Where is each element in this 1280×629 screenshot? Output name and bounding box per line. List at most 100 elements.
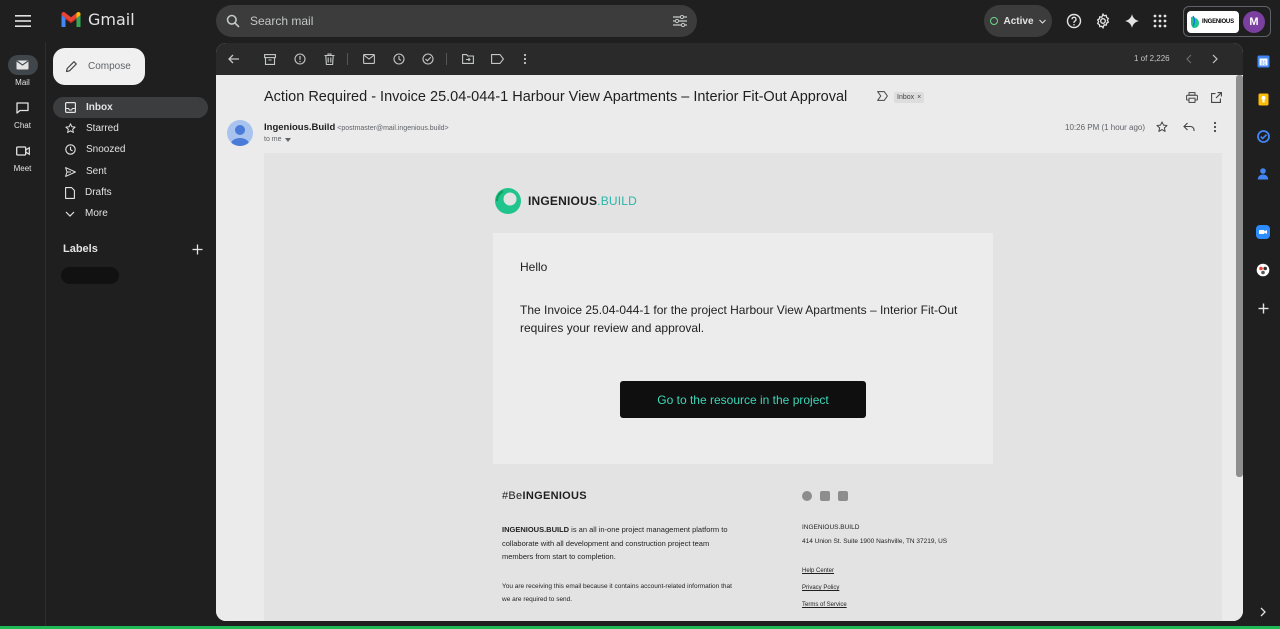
email-brand-logo: INGENIOUS.BUILD xyxy=(494,187,637,215)
account-avatar[interactable]: M xyxy=(1243,10,1265,33)
label-tag-icon[interactable] xyxy=(489,51,505,67)
youtube-icon[interactable] xyxy=(838,491,848,501)
badge-text: Inbox xyxy=(897,94,915,101)
instagram-icon[interactable] xyxy=(820,491,830,501)
brand-mark-icon xyxy=(1191,15,1199,28)
add-to-tasks-icon[interactable] xyxy=(420,51,436,67)
open-in-new-window-icon[interactable] xyxy=(1209,90,1223,104)
remove-label-close-icon[interactable]: × xyxy=(917,94,921,101)
linkedin-icon[interactable] xyxy=(802,491,812,501)
main-menu-icon[interactable] xyxy=(10,8,36,34)
search-options-icon[interactable] xyxy=(673,15,687,27)
move-to-folder-icon[interactable] xyxy=(460,51,476,67)
labels-title: Labels xyxy=(63,243,98,255)
label-item-placeholder[interactable] xyxy=(61,267,119,284)
gemini-sparkle-icon[interactable] xyxy=(1122,11,1142,31)
message-scrollbar[interactable] xyxy=(1236,75,1243,477)
rail-item-meet[interactable]: Meet xyxy=(0,141,45,173)
social-links xyxy=(802,491,848,501)
sidebar-item-drafts[interactable]: Drafts xyxy=(53,182,208,203)
sidebar-item-snoozed[interactable]: Snoozed xyxy=(53,139,208,160)
status-label: Active xyxy=(1003,15,1034,27)
recipient-details-toggle[interactable]: to me xyxy=(264,136,291,143)
more-vertical-icon[interactable] xyxy=(517,51,533,67)
labels-header: Labels xyxy=(63,243,203,255)
svg-text:31: 31 xyxy=(1260,60,1266,66)
trash-icon[interactable] xyxy=(321,51,337,67)
footer-tagline: #BeINGENIOUS xyxy=(502,490,587,502)
calendar-icon[interactable]: 31 xyxy=(1253,51,1273,71)
print-icon[interactable] xyxy=(1185,90,1199,104)
terms-of-service-link[interactable]: Terms of Service xyxy=(802,602,847,608)
gmail-logo[interactable]: Gmail xyxy=(60,10,135,29)
sidebar-item-starred[interactable]: Starred xyxy=(53,118,208,139)
email-body: INGENIOUS.BUILD Hello The Invoice 25.04-… xyxy=(264,153,1222,621)
chevron-down-icon xyxy=(1038,19,1046,24)
sidebar-item-sent[interactable]: Sent xyxy=(53,161,208,182)
pagination-count: 1 of 2,226 xyxy=(1134,54,1170,63)
message-timestamp: 10:26 PM (1 hour ago) xyxy=(1065,123,1146,132)
help-icon[interactable] xyxy=(1064,11,1084,31)
report-spam-icon[interactable] xyxy=(292,51,308,67)
importance-marker-icon[interactable] xyxy=(877,91,888,101)
caret-down-icon xyxy=(284,137,291,142)
sidebar-item-more[interactable]: More xyxy=(53,203,208,224)
inbox-icon xyxy=(65,102,76,113)
star-icon xyxy=(65,123,76,133)
rail-item-chat[interactable]: Chat xyxy=(0,98,45,130)
account-switcher[interactable]: INGENIOUS M xyxy=(1183,6,1271,37)
clock-icon xyxy=(65,144,76,155)
message-content: Action Required - Invoice 25.04-044-1 Ha… xyxy=(216,75,1243,621)
email-greeting: Hello xyxy=(520,260,548,274)
rail-item-mail[interactable]: Mail xyxy=(0,55,45,87)
message-more-vertical-icon[interactable] xyxy=(1208,120,1222,134)
search-input[interactable]: Search mail xyxy=(250,14,673,28)
sender-name[interactable]: Ingenious.Build xyxy=(264,122,335,133)
archive-icon[interactable] xyxy=(262,51,278,67)
privacy-policy-link[interactable]: Privacy Policy xyxy=(802,585,839,591)
email-brand-wordmark: INGENIOUS.BUILD xyxy=(528,194,637,208)
contacts-icon[interactable] xyxy=(1253,163,1273,183)
about-brand: INGENIOUS.BUILD xyxy=(502,525,570,534)
older-chevron-right-icon[interactable] xyxy=(1207,51,1223,67)
footer-address: 414 Union St. Suite 1900 Nashville, TN 3… xyxy=(802,538,948,545)
newer-chevron-left-icon[interactable] xyxy=(1181,51,1197,67)
get-addons-plus-icon[interactable] xyxy=(1253,298,1273,318)
star-message-icon[interactable] xyxy=(1155,120,1169,134)
reply-arrow-icon[interactable] xyxy=(1182,120,1196,134)
toolbar-separator xyxy=(446,53,447,65)
expand-panel-chevron-icon[interactable] xyxy=(1253,602,1273,622)
sidebar-item-label: Snoozed xyxy=(86,144,126,155)
help-center-link[interactable]: Help Center xyxy=(802,568,834,574)
compose-button[interactable]: Compose xyxy=(53,48,145,85)
inbox-label-badge[interactable]: Inbox × xyxy=(894,92,925,103)
mark-unread-icon[interactable] xyxy=(361,51,377,67)
search-bar[interactable]: Search mail xyxy=(216,5,697,37)
snooze-clock-icon[interactable] xyxy=(391,51,407,67)
sidebar-item-inbox[interactable]: Inbox xyxy=(53,97,208,118)
addon-app-icon[interactable] xyxy=(1253,260,1273,280)
sender-avatar[interactable] xyxy=(227,120,253,146)
keep-notes-icon[interactable] xyxy=(1253,89,1273,109)
back-arrow-icon[interactable] xyxy=(226,51,242,67)
tagline-prefix: #Be xyxy=(502,490,523,502)
settings-gear-icon[interactable] xyxy=(1093,11,1113,31)
rail-label-meet: Meet xyxy=(13,164,32,173)
email-paragraph: The Invoice 25.04-044-1 for the project … xyxy=(520,303,958,335)
message-toolbar: 1 of 2,226 xyxy=(216,43,1243,75)
add-label-plus-icon[interactable] xyxy=(192,244,203,255)
top-bar: Gmail Search mail Active INGENIOUS M xyxy=(0,0,1280,42)
footer-about: INGENIOUS.BUILD is an all in-one project… xyxy=(502,523,732,564)
sidebar-item-label: Inbox xyxy=(86,102,113,113)
status-selector[interactable]: Active xyxy=(984,5,1052,37)
go-to-resource-button[interactable]: Go to the resource in the project xyxy=(620,381,866,418)
ingenious-logo-icon xyxy=(495,188,521,214)
message-panel: 1 of 2,226 Action Required - Invoice 25.… xyxy=(216,43,1243,621)
apps-grid-icon[interactable] xyxy=(1150,11,1170,31)
gmail-m-icon xyxy=(61,12,81,27)
tasks-icon[interactable] xyxy=(1253,126,1273,146)
account-brand-text: INGENIOUS xyxy=(1202,18,1234,25)
account-brand-logo: INGENIOUS xyxy=(1187,10,1239,33)
zoom-app-icon[interactable] xyxy=(1253,222,1273,242)
search-icon[interactable] xyxy=(226,14,240,28)
